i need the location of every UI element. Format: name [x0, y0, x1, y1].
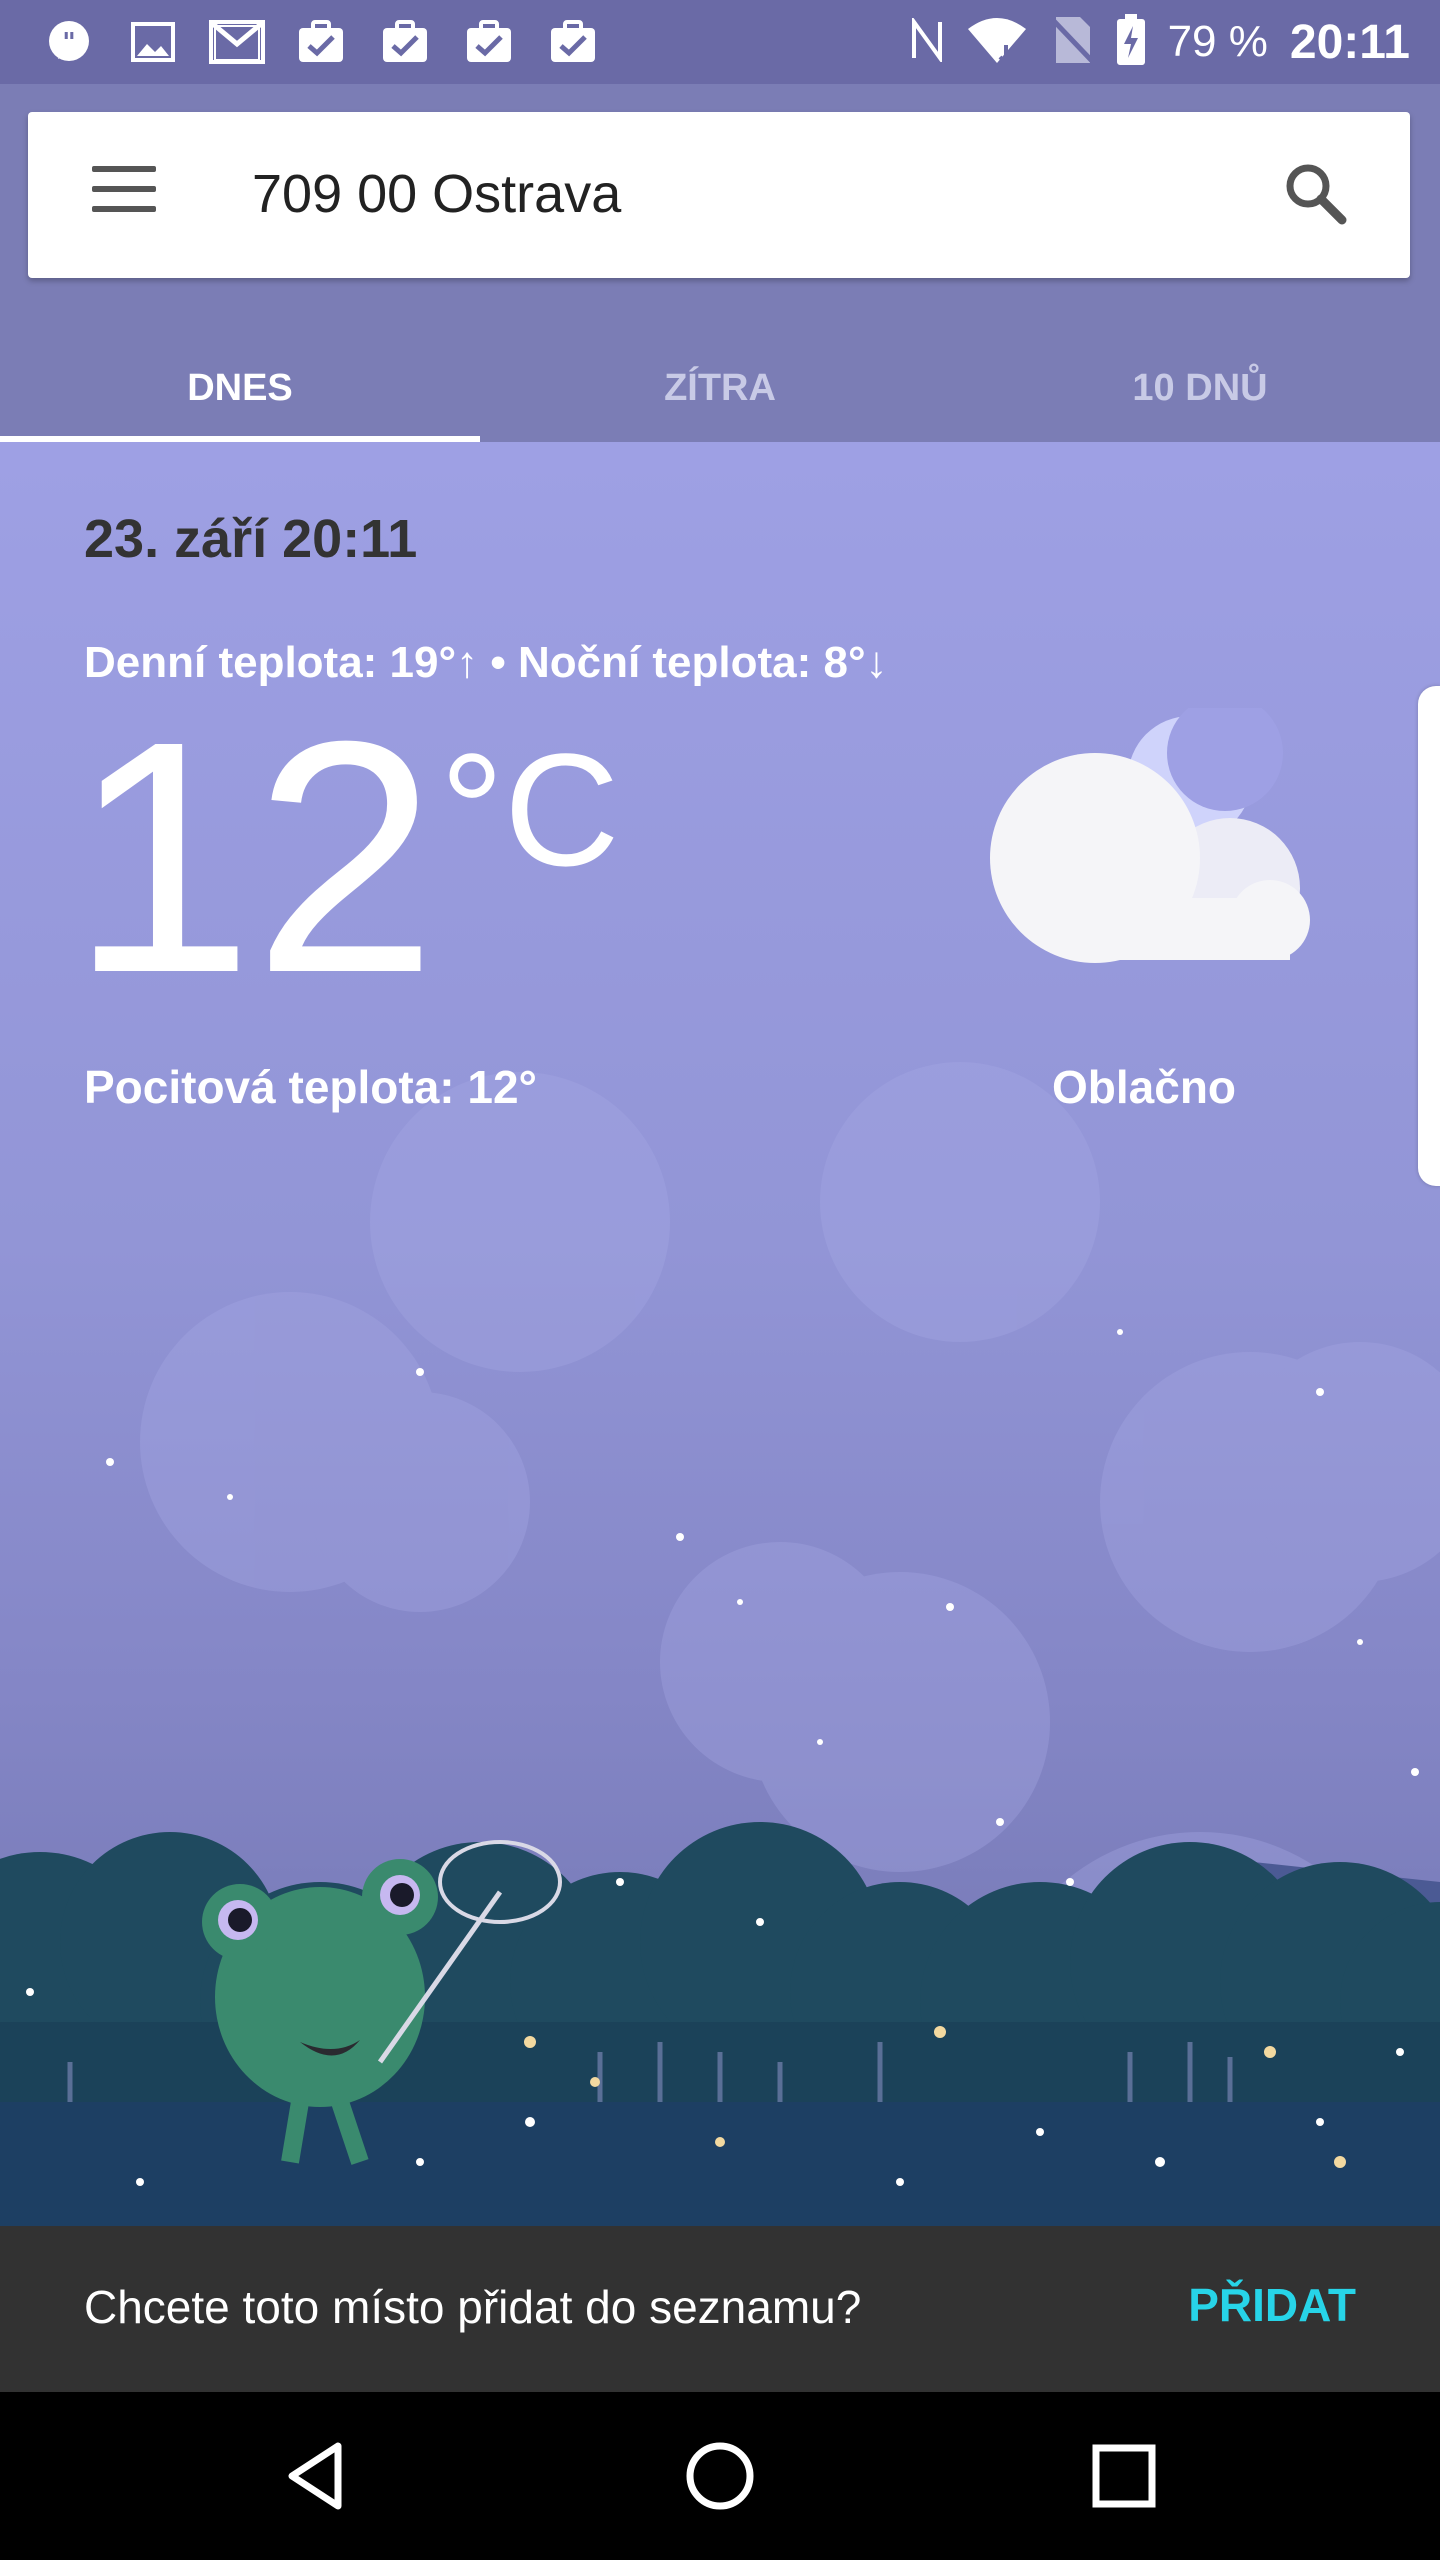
home-icon[interactable]: [680, 2436, 760, 2516]
svg-text:": ": [62, 28, 76, 58]
status-bar: " 79 % 20:11: [0, 0, 1440, 84]
weather-condition: Oblačno: [1052, 1061, 1237, 1113]
date-time: 23. září 20:11: [84, 509, 418, 569]
day-tabs: DNES ZÍTRA 10 DNŮ: [0, 334, 1440, 442]
system-navigation-bar: [0, 2392, 1440, 2560]
recents-icon[interactable]: [1084, 2436, 1164, 2516]
side-drawer-handle[interactable]: [1418, 686, 1440, 1186]
location-text[interactable]: 709 00 Ostrava: [252, 158, 621, 230]
system-status: 79 % 20:11: [910, 10, 1410, 74]
app-header: 709 00 Ostrava DNES ZÍTRA 10 DNŮ: [0, 84, 1440, 442]
tab-10-dnu[interactable]: 10 DNŮ: [960, 334, 1440, 442]
chat-bubble-icon: ": [40, 16, 98, 68]
gmail-icon: [208, 16, 266, 68]
task-check-icon: [292, 16, 350, 68]
back-icon[interactable]: [280, 2436, 360, 2516]
task-check-icon: [544, 16, 602, 68]
clock: 20:11: [1289, 15, 1410, 69]
temperature-unit: °C: [440, 720, 620, 899]
search-icon[interactable]: [1280, 158, 1352, 230]
battery-percentage: 79 %: [1167, 17, 1268, 66]
wifi-icon: [966, 15, 1028, 70]
task-check-icon: [460, 16, 518, 68]
tab-dnes[interactable]: DNES: [0, 334, 480, 442]
snackbar-message: Chcete toto místo přidat do seznamu?: [84, 2281, 862, 2333]
current-temperature: 12: [70, 672, 438, 1041]
image-icon: [124, 16, 182, 68]
notification-icons: ": [40, 16, 602, 68]
no-sim-icon: [1049, 15, 1094, 70]
hamburger-menu-icon[interactable]: [92, 166, 156, 222]
battery-charging-icon: [1116, 13, 1146, 71]
nfc-icon: [910, 15, 944, 67]
cloud-moon-icon: [980, 695, 1310, 968]
task-check-icon: [376, 16, 434, 68]
tab-zitra[interactable]: ZÍTRA: [480, 334, 960, 442]
location-search-bar[interactable]: 709 00 Ostrava: [28, 112, 1410, 278]
add-place-snackbar: Chcete toto místo přidat do seznamu? PŘI…: [0, 2226, 1440, 2392]
add-button[interactable]: PŘIDAT: [1188, 2278, 1356, 2332]
weather-panel: 23. září 20:11 Denní teplota: 19°↑ • Noč…: [0, 442, 1440, 2226]
feels-like-temperature: Pocitová teplota: 12°: [84, 1061, 537, 1113]
